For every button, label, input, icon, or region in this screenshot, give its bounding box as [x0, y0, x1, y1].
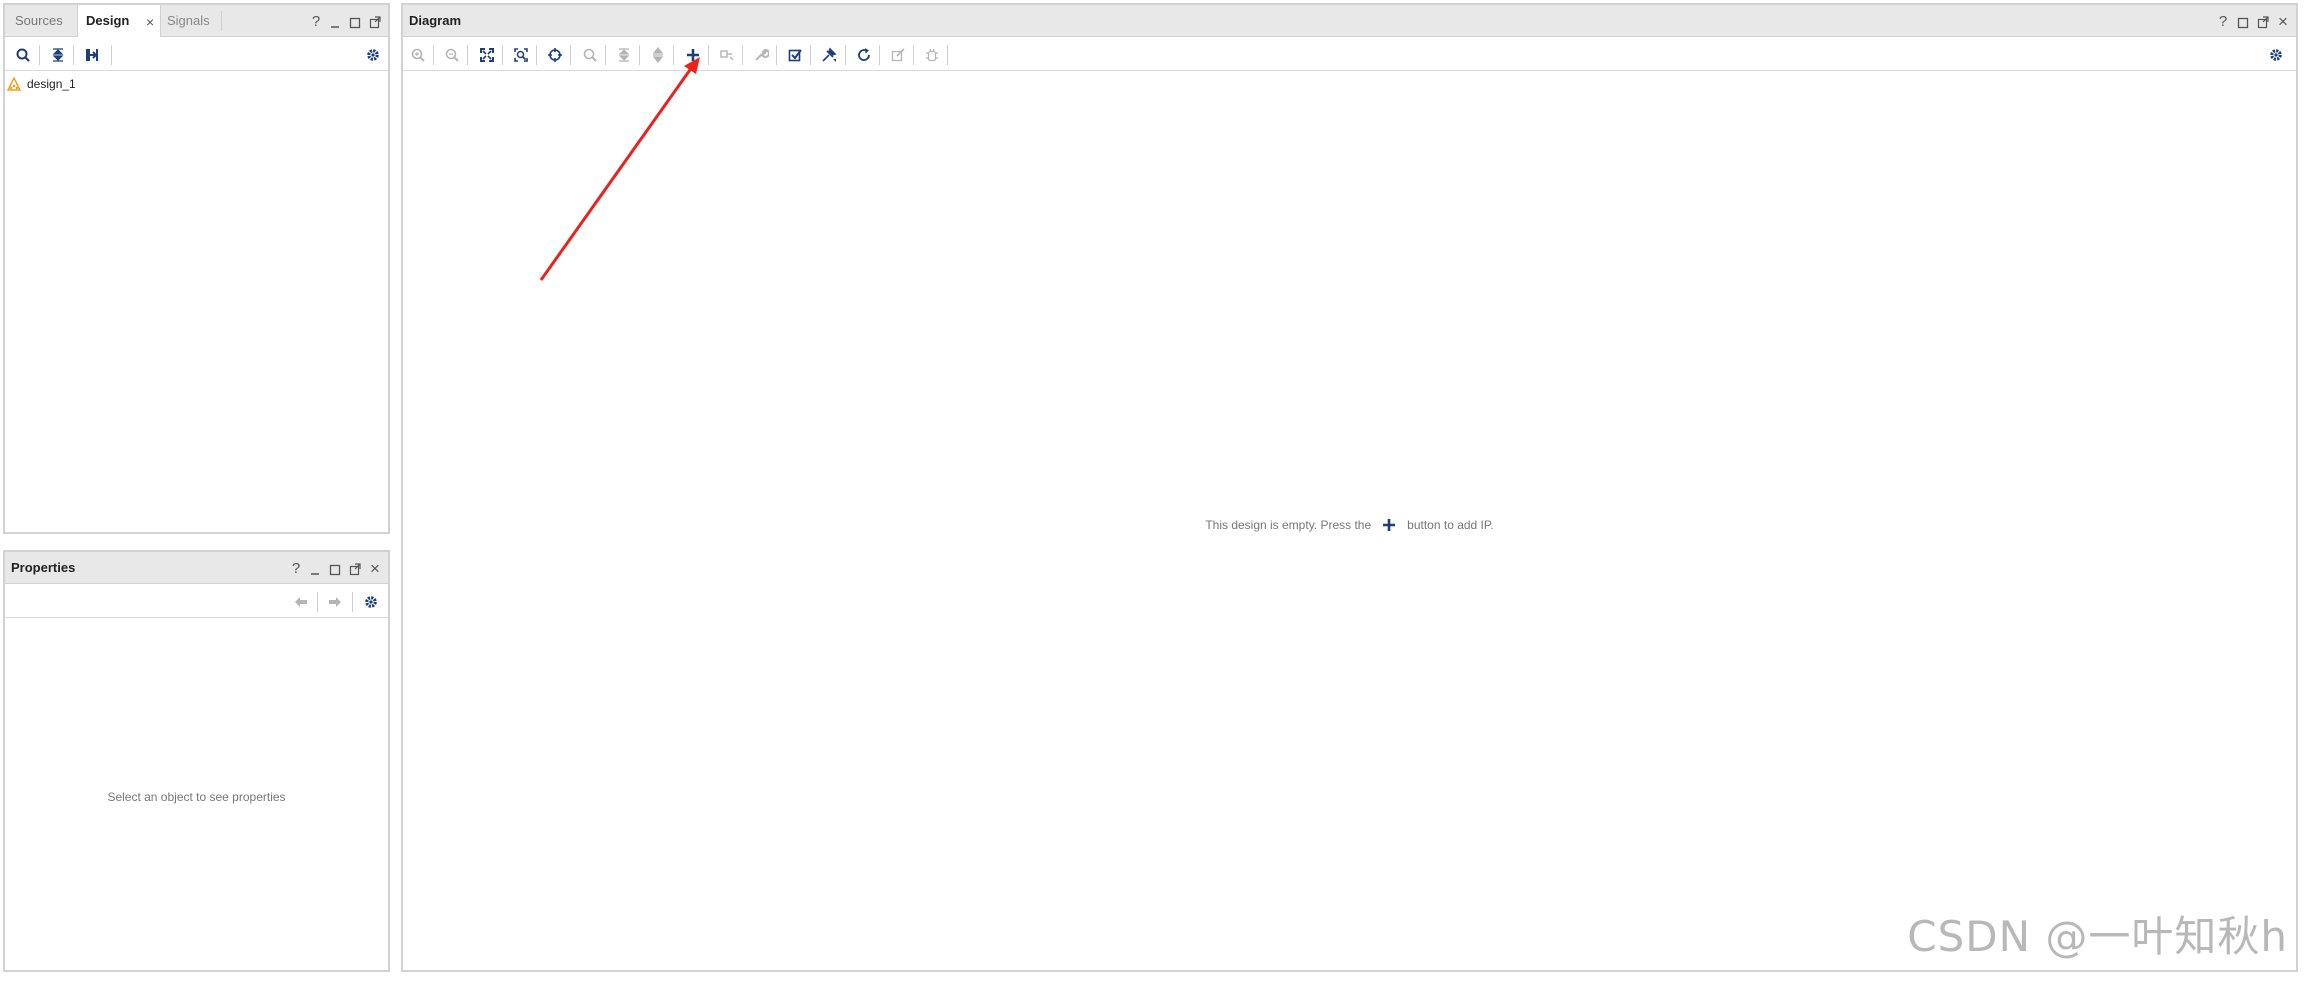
- toolbar-separator: [776, 45, 777, 65]
- properties-wrench-icon[interactable]: [751, 45, 771, 65]
- minimize-icon[interactable]: [307, 561, 323, 577]
- validate-design-icon[interactable]: [785, 45, 805, 65]
- toolbar-separator: [73, 45, 74, 65]
- toolbar-separator: [111, 45, 112, 65]
- tab-separator: [221, 11, 222, 31]
- toolbar-separator: [845, 45, 846, 65]
- tab-design-wrapper: Design ×: [77, 5, 161, 38]
- tree-item-label: design_1: [27, 77, 76, 91]
- settings-gear-icon[interactable]: [2266, 45, 2286, 65]
- edit-icon[interactable]: [888, 45, 908, 65]
- collapse-all-icon[interactable]: [614, 45, 634, 65]
- close-icon[interactable]: ×: [2275, 13, 2291, 30]
- toolbar-separator: [708, 45, 709, 65]
- zoom-in-icon[interactable]: [408, 45, 428, 65]
- diagram-header: Diagram ? ×: [403, 5, 2296, 37]
- tab-signals[interactable]: Signals: [167, 5, 210, 37]
- add-ip-icon[interactable]: [683, 45, 703, 65]
- collapse-all-icon[interactable]: [48, 45, 68, 65]
- maximize-icon[interactable]: [2235, 14, 2251, 30]
- settings-gear-icon[interactable]: [361, 592, 381, 612]
- block-design-icon: [6, 76, 22, 91]
- design-hierarchy-panel: Sources Design × Signals ? design_1: [3, 3, 390, 534]
- help-icon[interactable]: ?: [288, 561, 304, 577]
- help-icon[interactable]: ?: [308, 14, 324, 30]
- diagram-empty-message: This design is empty. Press the button t…: [403, 517, 2296, 533]
- tab-design[interactable]: Design: [86, 5, 129, 37]
- zoom-area-icon[interactable]: [511, 45, 531, 65]
- toolbar-separator: [742, 45, 743, 65]
- toolbar-separator: [879, 45, 880, 65]
- toolbar-separator: [433, 45, 434, 65]
- toolbar-separator: [605, 45, 606, 65]
- regenerate-layout-icon[interactable]: [854, 45, 874, 65]
- toolbar-separator: [317, 592, 318, 612]
- toolbar-separator: [536, 45, 537, 65]
- auto-fit-icon[interactable]: [545, 45, 565, 65]
- design-tree: design_1: [5, 71, 388, 531]
- forward-arrow-icon[interactable]: [325, 592, 345, 612]
- close-icon[interactable]: ×: [367, 560, 383, 577]
- toolbar-separator: [947, 45, 948, 65]
- design-toolbar: [5, 37, 388, 71]
- fit-view-icon[interactable]: [477, 45, 497, 65]
- toolbar-separator: [673, 45, 674, 65]
- debug-icon[interactable]: [922, 45, 942, 65]
- diagram-panel: Diagram ? × This design is empty. Press …: [401, 3, 2298, 972]
- float-icon[interactable]: [367, 14, 383, 30]
- tree-item-design-1[interactable]: design_1: [6, 75, 76, 93]
- design-panel-tabbar: Sources Design × Signals ?: [5, 5, 388, 38]
- float-icon[interactable]: [2255, 14, 2271, 30]
- back-arrow-icon[interactable]: [291, 592, 311, 612]
- toolbar-separator: [639, 45, 640, 65]
- diagram-canvas[interactable]: This design is empty. Press the button t…: [403, 72, 2296, 970]
- hierarchy-update-icon[interactable]: [82, 45, 102, 65]
- help-icon[interactable]: ?: [2215, 14, 2231, 30]
- empty-message-after: button to add IP.: [1407, 518, 1494, 532]
- toolbar-separator: [352, 592, 353, 612]
- toolbar-separator: [502, 45, 503, 65]
- maximize-icon[interactable]: [347, 14, 363, 30]
- properties-header: Properties ? ×: [5, 552, 388, 584]
- make-connection-icon[interactable]: [717, 45, 737, 65]
- properties-title: Properties: [11, 560, 76, 575]
- toolbar-separator: [913, 45, 914, 65]
- toolbar-separator: [570, 45, 571, 65]
- minimize-icon[interactable]: [327, 14, 343, 30]
- maximize-icon[interactable]: [327, 561, 343, 577]
- diagram-title: Diagram: [409, 13, 462, 28]
- properties-panel: Properties ? × Select an object to see p…: [3, 550, 390, 972]
- search-icon[interactable]: [580, 45, 600, 65]
- zoom-out-icon[interactable]: [442, 45, 462, 65]
- properties-empty-message: Select an object to see properties: [107, 790, 286, 804]
- toolbar-separator: [467, 45, 468, 65]
- run-automation-icon[interactable]: [819, 45, 839, 65]
- tab-sources[interactable]: Sources: [15, 5, 63, 37]
- expand-all-icon[interactable]: [648, 45, 668, 65]
- diagram-toolbar: [403, 37, 2296, 71]
- toolbar-separator: [810, 45, 811, 65]
- empty-message-before: This design is empty. Press the: [1205, 518, 1372, 532]
- add-ip-inline-icon[interactable]: [1381, 517, 1397, 533]
- float-icon[interactable]: [347, 561, 363, 577]
- tab-close-icon[interactable]: ×: [146, 14, 154, 30]
- search-icon[interactable]: [13, 45, 33, 65]
- settings-gear-icon[interactable]: [363, 45, 383, 65]
- properties-toolbar: [5, 584, 388, 618]
- toolbar-separator: [39, 45, 40, 65]
- watermark-text: CSDN @一叶知秋h: [1907, 912, 2288, 961]
